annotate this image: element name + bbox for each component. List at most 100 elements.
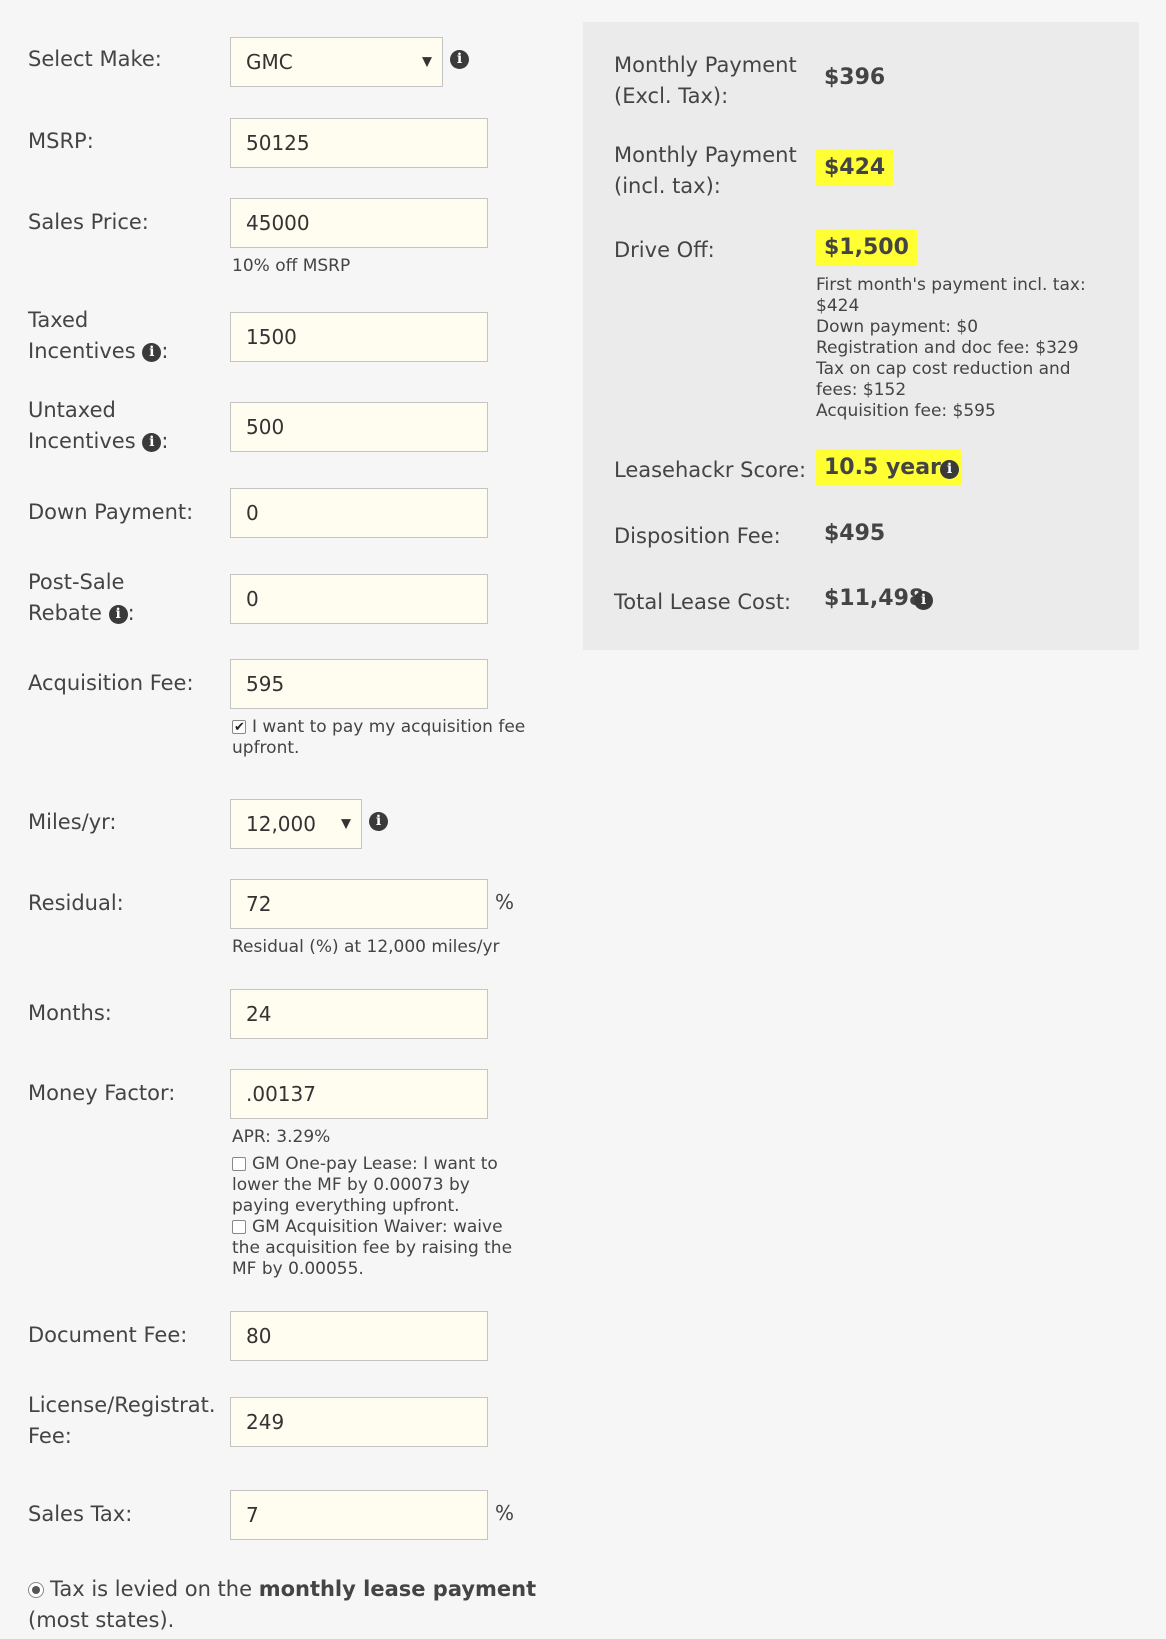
residual-unit: % (495, 890, 515, 914)
taxed-incentives-label: Taxed Incentives i: (28, 305, 168, 367)
sales-tax-label: Sales Tax: (28, 1502, 133, 1526)
post-sale-rebate-label: Post-Sale Rebate i: (28, 567, 135, 629)
info-icon[interactable]: i (914, 591, 933, 610)
info-icon[interactable]: i (142, 432, 162, 452)
monthly-incl-label: Monthly Payment (incl. tax): (614, 140, 797, 202)
acquisition-waiver-checkbox[interactable] (232, 1220, 246, 1234)
document-fee-input[interactable]: 80 (230, 1311, 488, 1361)
chevron-down-icon: ▼ (422, 54, 432, 70)
breakdown-line: First month's payment incl. tax: (816, 275, 1086, 295)
taxed-incentives-label-line1: Taxed (28, 308, 89, 332)
make-value: GMC (246, 50, 293, 74)
sales-tax-input[interactable]: 7 (230, 1490, 488, 1540)
license-fee-label-line1: License/Registrat. (28, 1393, 216, 1417)
residual-help: Residual (%) at 12,000 miles/yr (232, 937, 500, 957)
miles-value: 12,000 (246, 812, 316, 836)
monthly-excl-label: Monthly Payment (Excl. Tax): (614, 50, 797, 112)
score-label: Leasehackr Score: (614, 458, 807, 482)
post-sale-rebate-label-text: Rebate (28, 601, 102, 625)
acquisition-upfront-option: I want to pay my acquisition fee upfront… (232, 717, 542, 759)
license-fee-input[interactable]: 249 (230, 1397, 488, 1447)
money-factor-value: .00137 (246, 1082, 316, 1106)
info-icon[interactable]: i (142, 342, 162, 362)
make-select[interactable]: GMC ▼ (230, 37, 443, 87)
months-value: 24 (246, 1002, 272, 1026)
breakdown-line: Acquisition fee: $595 (816, 401, 996, 421)
document-fee-value: 80 (246, 1324, 272, 1348)
post-sale-rebate-label-line1: Post-Sale (28, 570, 125, 594)
money-factor-label: Money Factor: (28, 1081, 176, 1105)
sales-tax-value: 7 (246, 1503, 259, 1527)
untaxed-incentives-label-text: Incentives (28, 429, 136, 453)
acquisition-fee-label: Acquisition Fee: (28, 671, 194, 695)
down-payment-input[interactable]: 0 (230, 488, 488, 538)
breakdown-line: Tax on cap cost reduction and (816, 359, 1071, 379)
taxed-incentives-input[interactable]: 1500 (230, 312, 488, 362)
disposition-label: Disposition Fee: (614, 524, 781, 548)
residual-value: 72 (246, 892, 272, 916)
miles-label: Miles/yr: (28, 810, 117, 834)
acquisition-fee-input[interactable]: 595 (230, 659, 488, 709)
info-icon[interactable]: i (940, 460, 959, 479)
post-sale-rebate-input[interactable]: 0 (230, 574, 488, 624)
months-label: Months: (28, 1001, 112, 1025)
residual-input[interactable]: 72 (230, 879, 488, 929)
miles-select[interactable]: 12,000 ▼ (230, 799, 362, 849)
msrp-label: MSRP: (28, 129, 94, 153)
license-fee-value: 249 (246, 1410, 285, 1434)
untaxed-incentives-label-line1: Untaxed (28, 398, 116, 422)
acquisition-waiver-label: GM Acquisition Waiver: waive the acquisi… (232, 1217, 513, 1279)
money-factor-input[interactable]: .00137 (230, 1069, 488, 1119)
acquisition-waiver-option: GM Acquisition Waiver: waive the acquisi… (232, 1217, 517, 1280)
breakdown-line: $424 (816, 296, 860, 316)
monthly-excl-label-line1: Monthly Payment (614, 53, 797, 77)
acquisition-fee-value: 595 (246, 672, 285, 696)
total-cost-value: $11,498 (824, 586, 925, 611)
sales-price-value: 45000 (246, 211, 310, 235)
breakdown-line: Registration and doc fee: $329 (816, 338, 1079, 358)
info-icon[interactable]: i (369, 812, 388, 831)
down-payment-label: Down Payment: (28, 500, 194, 524)
info-icon[interactable]: i (450, 50, 469, 69)
msrp-value: 50125 (246, 131, 310, 155)
down-payment-value: 0 (246, 501, 259, 525)
acquisition-upfront-label: I want to pay my acquisition fee upfront… (232, 717, 526, 758)
residual-label: Residual: (28, 891, 124, 915)
chevron-down-icon: ▼ (341, 816, 351, 832)
breakdown-line: Down payment: $0 (816, 317, 979, 337)
one-pay-option: GM One-pay Lease: I want to lower the MF… (232, 1154, 517, 1217)
drive-off-value: $1,500 (816, 229, 917, 266)
apr-text: APR: 3.29% (232, 1127, 331, 1147)
breakdown-line: fees: $152 (816, 380, 907, 400)
license-fee-label: License/Registrat. Fee: (28, 1390, 216, 1452)
taxed-incentives-label-text: Incentives (28, 339, 136, 363)
one-pay-label: GM One-pay Lease: I want to lower the MF… (232, 1154, 498, 1216)
monthly-incl-value: $424 (816, 149, 894, 186)
post-sale-rebate-label-line2: Rebate i: (28, 601, 135, 625)
drive-off-breakdown: First month's payment incl. tax: $424 Do… (816, 275, 1086, 422)
tax-option-suffix: (most states). (28, 1608, 175, 1632)
untaxed-incentives-label: Untaxed Incentives i: (28, 395, 168, 457)
tax-option: Tax is levied on the monthly lease payme… (28, 1574, 548, 1636)
total-cost-label: Total Lease Cost: (614, 590, 792, 614)
tax-option-prefix: Tax is levied on the (50, 1577, 259, 1601)
one-pay-checkbox[interactable] (232, 1157, 246, 1171)
drive-off-label: Drive Off: (614, 238, 715, 262)
msrp-input[interactable]: 50125 (230, 118, 488, 168)
taxed-incentives-value: 1500 (246, 325, 297, 349)
acquisition-upfront-checkbox[interactable] (232, 717, 246, 738)
sales-price-input[interactable]: 45000 (230, 198, 488, 248)
license-fee-label-line2: Fee: (28, 1424, 72, 1448)
untaxed-incentives-input[interactable]: 500 (230, 402, 488, 452)
monthly-excl-label-line2: (Excl. Tax): (614, 84, 729, 108)
tax-option-bold: monthly lease payment (258, 1577, 537, 1601)
months-input[interactable]: 24 (230, 989, 488, 1039)
untaxed-incentives-value: 500 (246, 415, 285, 439)
monthly-incl-label-line1: Monthly Payment (614, 143, 797, 167)
sales-price-help: 10% off MSRP (232, 256, 351, 276)
info-icon[interactable]: i (108, 604, 128, 624)
monthly-excl-value: $396 (824, 65, 886, 90)
monthly-incl-label-line2: (incl. tax): (614, 174, 721, 198)
sales-tax-unit: % (495, 1501, 515, 1525)
tax-monthly-radio[interactable] (28, 1582, 44, 1598)
